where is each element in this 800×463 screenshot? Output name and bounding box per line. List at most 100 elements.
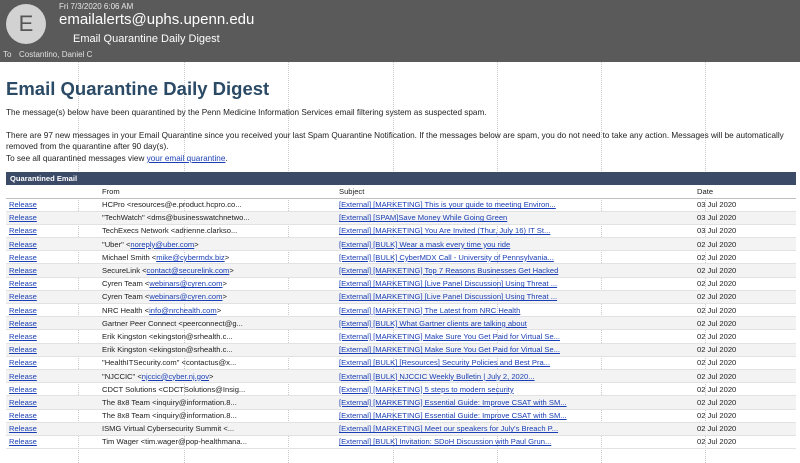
release-link[interactable]: Release	[9, 226, 37, 235]
subject-link[interactable]: [External] [BULK] CyberMDX Call - Univer…	[339, 253, 554, 262]
from-email-link[interactable]: webinars@cyren.com	[149, 292, 222, 301]
date-cell: 02 Jul 2020	[694, 290, 796, 305]
subject-link[interactable]: [External] [BULK] What Gartner clients a…	[339, 319, 527, 328]
header-subject: Subject	[336, 185, 694, 199]
release-link[interactable]: Release	[9, 398, 37, 407]
from-text-end: >	[229, 266, 234, 276]
subject-link[interactable]: [External] [MARKETING] Top 7 Reasons Bus…	[339, 266, 558, 275]
sender-address[interactable]: emailalerts@uphs.upenn.edu	[59, 11, 254, 28]
subject-link[interactable]: [External] [MARKETING] 5 steps to modern…	[339, 385, 514, 394]
release-link[interactable]: Release	[9, 279, 37, 288]
from-cell: "Uber" <noreply@uber.com>	[99, 237, 336, 252]
subject-link[interactable]: [External] [BULK] NJCCIC Weekly Bulletin…	[339, 372, 535, 381]
subject-cell: [External] [BULK] CyberMDX Call - Univer…	[336, 250, 694, 265]
release-link[interactable]: Release	[9, 213, 37, 222]
table-row: Release The 8x8 Team <inquiry@information…	[6, 409, 796, 423]
mail-header: E Fri 7/3/2020 6:06 AM emailalerts@uphs.…	[0, 0, 800, 62]
from-email-link[interactable]: info@nrchealth.com	[149, 306, 217, 315]
release-link[interactable]: Release	[9, 411, 37, 420]
from-cell: Cyren Team <webinars@cyren.com>	[99, 290, 336, 305]
subject-link[interactable]: [External] [BULK] [Resources] Security P…	[339, 358, 550, 367]
quarantine-link[interactable]: your email quarantine	[147, 154, 226, 163]
subject-link[interactable]: [External] [MARKETING] The Latest from N…	[339, 306, 520, 315]
table-header-row: From Subject Date	[6, 185, 796, 199]
release-link[interactable]: Release	[9, 437, 37, 446]
release-link[interactable]: Release	[9, 385, 37, 394]
from-cell: Tim Wager <tim.wager@pop-healthmana...	[99, 435, 336, 450]
table-row: Release "HealthITSecurity.com" <contactus…	[6, 356, 796, 370]
release-link[interactable]: Release	[9, 345, 37, 354]
subject-link[interactable]: [External] [BULK] Invitation: SDoH Discu…	[339, 437, 551, 446]
release-link[interactable]: Release	[9, 253, 37, 262]
from-text: The 8x8 Team <inquiry@information.8...	[102, 397, 237, 407]
date-cell: 02 Jul 2020	[694, 382, 796, 397]
from-text: Tim Wager <tim.wager@pop-healthmana...	[102, 437, 247, 447]
sender-avatar[interactable]: E	[6, 4, 46, 44]
from-email-link[interactable]: contact@securelink.com	[147, 266, 230, 275]
release-cell: Release	[6, 303, 99, 318]
table-row: Release HCPro <resources@e.product.hcpro.…	[6, 198, 796, 212]
release-link[interactable]: Release	[9, 358, 37, 367]
date-cell: 02 Jul 2020	[694, 263, 796, 278]
subject-link[interactable]: [External] [MARKETING] [Live Panel Discu…	[339, 279, 557, 288]
release-link[interactable]: Release	[9, 306, 37, 315]
table-body: Release HCPro <resources@e.product.hcpro.…	[6, 198, 796, 450]
release-link[interactable]: Release	[9, 424, 37, 433]
from-cell: "TechWatch" <dms@businesswatchnetwo...	[99, 211, 336, 225]
from-email-link[interactable]: mike@cybermdx.biz	[156, 253, 224, 262]
received-date: Fri 7/3/2020 6:06 AM	[59, 2, 134, 11]
release-link[interactable]: Release	[9, 319, 37, 328]
date-cell: 02 Jul 2020	[694, 250, 796, 265]
table-row: Release Cyren Team <webinars@cyren.com> [E…	[6, 277, 796, 291]
date-cell: 02 Jul 2020	[694, 409, 796, 423]
recipient[interactable]: Costantino, Daniel C	[19, 50, 92, 59]
subject-link[interactable]: [External] [MARKETING] [Live Panel Discu…	[339, 292, 557, 301]
subject-link[interactable]: [External] [MARKETING] Meet our speakers…	[339, 424, 558, 433]
from-cell: CDCT Solutions <CDCTSolutions@Insig...	[99, 382, 336, 397]
release-link[interactable]: Release	[9, 200, 37, 209]
subject-link[interactable]: [External] [MARKETING] Make Sure You Get…	[339, 332, 560, 341]
release-cell: Release	[6, 356, 99, 370]
release-link[interactable]: Release	[9, 266, 37, 275]
release-cell: Release	[6, 409, 99, 423]
subject-link[interactable]: [External] [MARKETING] You Are Invited (…	[339, 226, 550, 235]
subject-cell: [External] [MARKETING] Meet our speakers…	[336, 422, 694, 436]
digest-title: Email Quarantine Daily Digest	[6, 78, 270, 99]
date-cell: 03 Jul 2020	[694, 198, 796, 212]
from-text: Erik Kingston <ekingston@srhealth.c...	[102, 331, 233, 341]
subject-cell: [External] [MARKETING] 5 steps to modern…	[336, 382, 694, 397]
from-email-link[interactable]: njccic@cyber.nj.gov	[142, 372, 209, 381]
subject-link[interactable]: [External] [MARKETING] Essential Guide: …	[339, 411, 567, 420]
table-row: Release "TechWatch" <dms@businesswatchnet…	[6, 211, 796, 225]
release-cell: Release	[6, 263, 99, 278]
from-email-link[interactable]: noreply@uber.com	[130, 240, 194, 249]
mail-subject: Email Quarantine Daily Digest	[73, 33, 220, 45]
release-link[interactable]: Release	[9, 240, 37, 249]
table-row: Release Erik Kingston <ekingston@srhealth…	[6, 329, 796, 344]
subject-cell: [External] [BULK] What Gartner clients a…	[336, 316, 694, 331]
from-text-end: >	[222, 279, 227, 289]
release-link[interactable]: Release	[9, 372, 37, 381]
from-cell: TechExecs Network <adrienne.clarkso...	[99, 224, 336, 239]
release-cell: Release	[6, 237, 99, 252]
release-cell: Release	[6, 250, 99, 265]
release-cell: Release	[6, 224, 99, 239]
from-email-link[interactable]: webinars@cyren.com	[149, 279, 222, 288]
table-row: Release "Uber" <noreply@uber.com> [Externa…	[6, 237, 796, 252]
subject-link[interactable]: [External] [MARKETING] Essential Guide: …	[339, 398, 567, 407]
release-link[interactable]: Release	[9, 332, 37, 341]
subject-link[interactable]: [External] [SPAM]Save Money While Going …	[339, 213, 507, 222]
view-suffix: .	[225, 154, 228, 163]
subject-cell: [External] [MARKETING] Top 7 Reasons Bus…	[336, 263, 694, 278]
subject-link[interactable]: [External] [MARKETING] Make Sure You Get…	[339, 345, 560, 354]
from-text: HCPro <resources@e.product.hcpro.co...	[102, 200, 242, 210]
subject-cell: [External] [MARKETING] [Live Panel Discu…	[336, 277, 694, 291]
table-row: Release NRC Health <info@nrchealth.com> [E…	[6, 303, 796, 318]
date-cell: 03 Jul 2020	[694, 211, 796, 225]
table-row: Release Tim Wager <tim.wager@pop-healthma…	[6, 435, 796, 450]
subject-link[interactable]: [External] [MARKETING] This is your guid…	[339, 200, 556, 209]
date-cell: 02 Jul 2020	[694, 329, 796, 344]
release-cell: Release	[6, 343, 99, 357]
subject-link[interactable]: [External] [BULK] Wear a mask every time…	[339, 240, 510, 249]
release-link[interactable]: Release	[9, 292, 37, 301]
